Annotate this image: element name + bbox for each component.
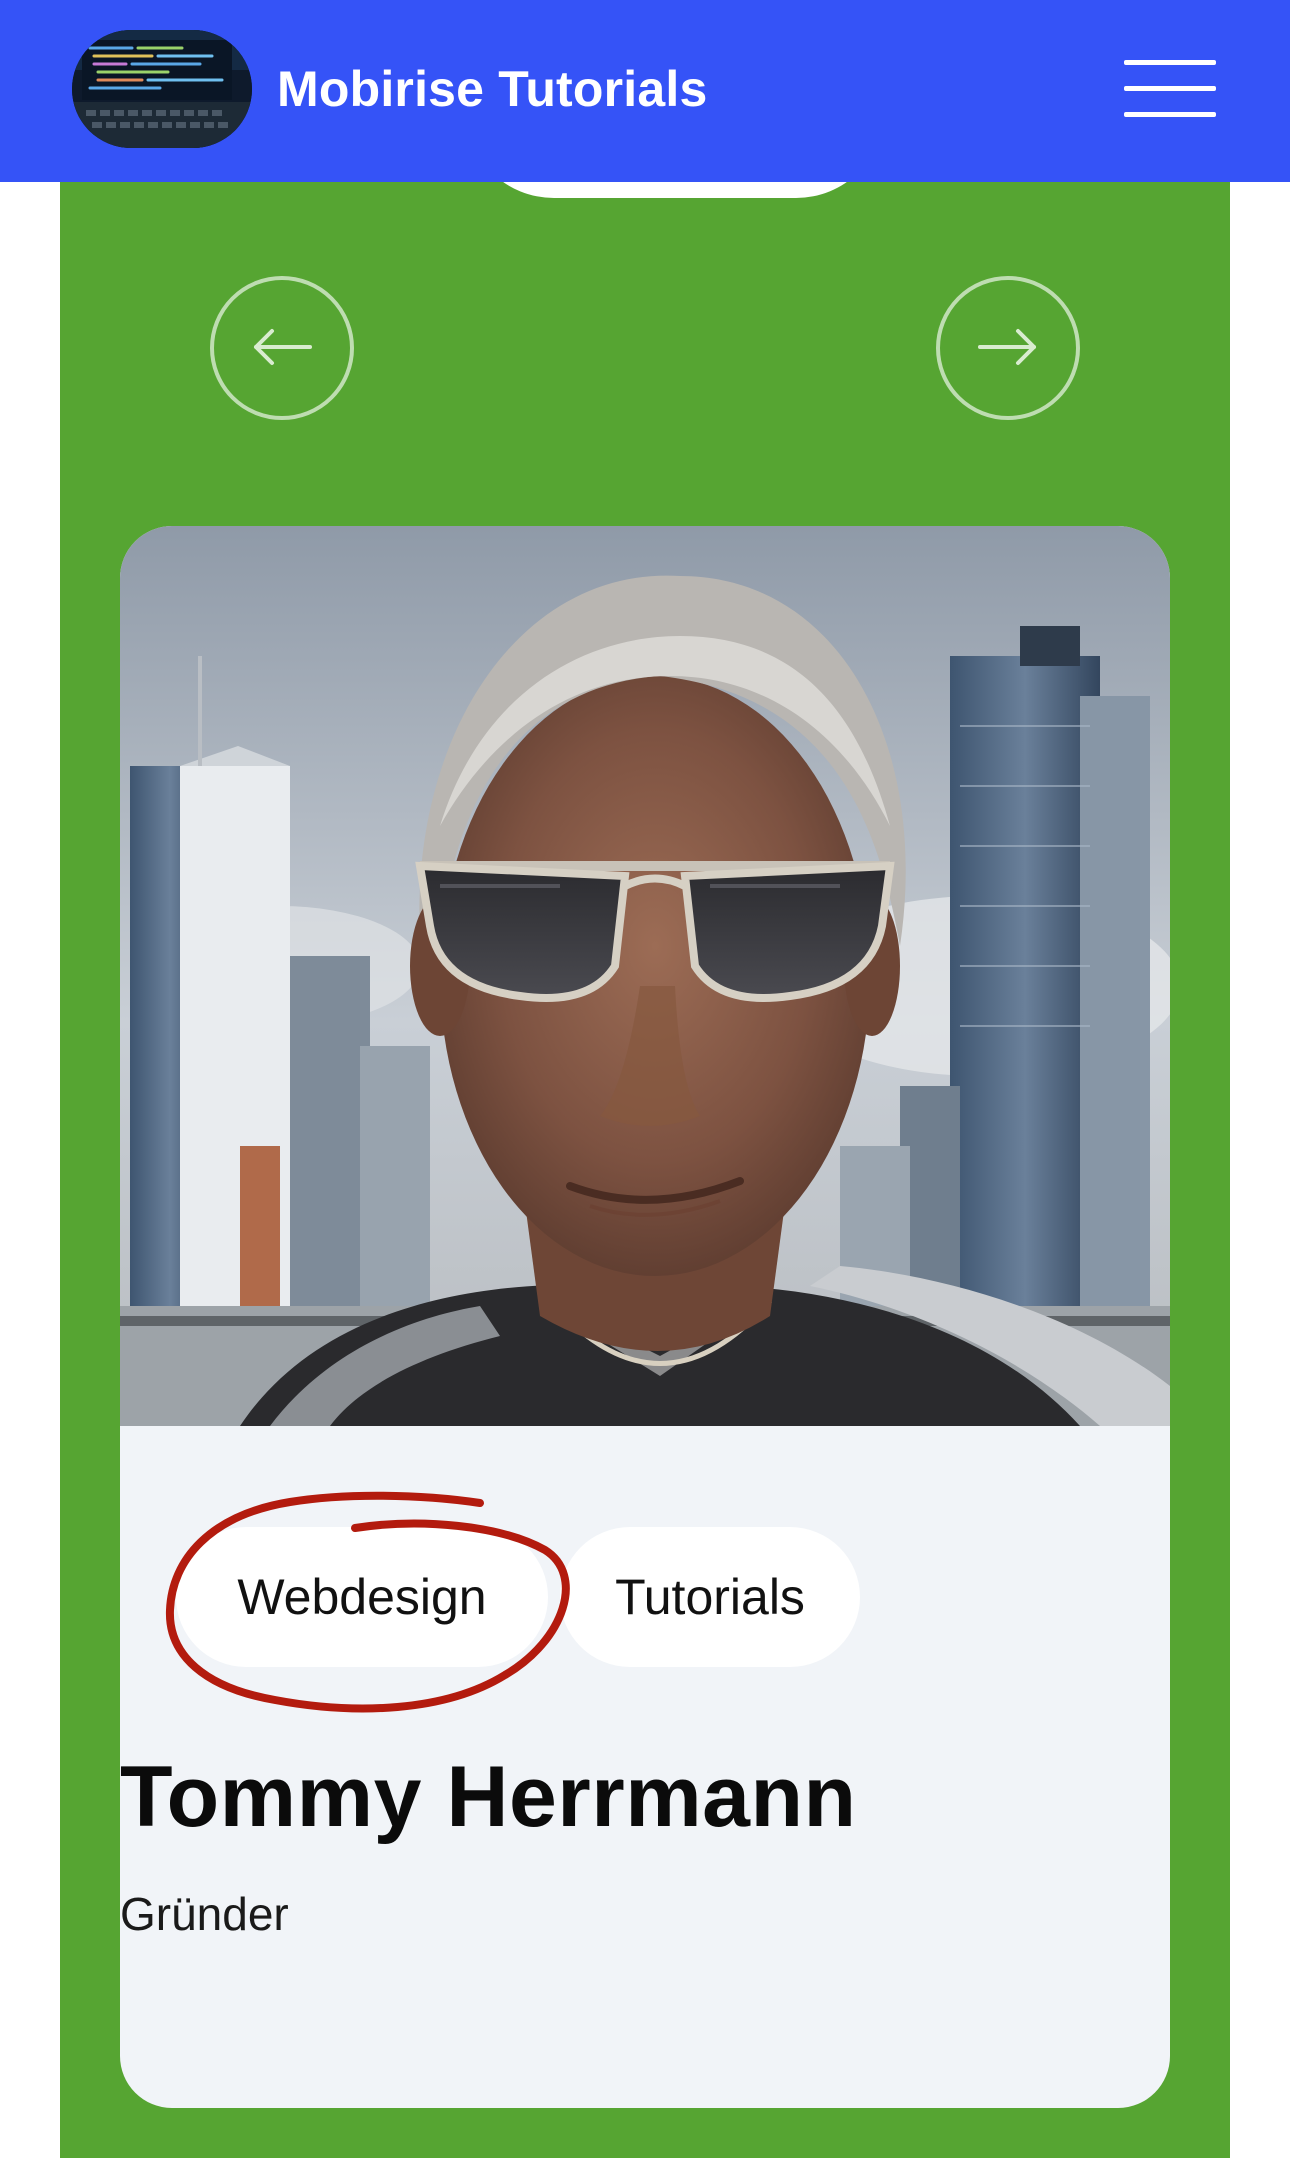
- site-header: Mobirise Tutorials: [0, 0, 1290, 182]
- member-photo: [120, 526, 1170, 1426]
- tag-tutorials[interactable]: Tutorials: [560, 1527, 860, 1667]
- member-name: Tommy Herrmann: [120, 1749, 857, 1845]
- arrow-left-icon: [254, 329, 312, 365]
- tag-webdesign[interactable]: Webdesign: [176, 1527, 548, 1667]
- menu-line: [1124, 112, 1216, 117]
- code-screen-logo-icon: [72, 30, 252, 148]
- portrait-image: [120, 526, 1170, 1426]
- page: Mobirise Tutorials Webdesign Tutorials T…: [0, 0, 1290, 2158]
- team-slider-section: Webdesign Tutorials: [60, 20, 1230, 2158]
- menu-line: [1124, 86, 1216, 91]
- team-member-card: Webdesign Tutorials: [120, 526, 1170, 2108]
- menu-line: [1124, 60, 1216, 65]
- site-logo[interactable]: [72, 30, 252, 148]
- prev-slide-button[interactable]: [210, 276, 354, 420]
- next-slide-button[interactable]: [936, 276, 1080, 420]
- member-role: Gründer: [120, 1888, 289, 1940]
- hamburger-menu-icon[interactable]: [1124, 60, 1216, 122]
- arrow-right-icon: [978, 329, 1036, 365]
- brand-title[interactable]: Mobirise Tutorials: [277, 56, 708, 122]
